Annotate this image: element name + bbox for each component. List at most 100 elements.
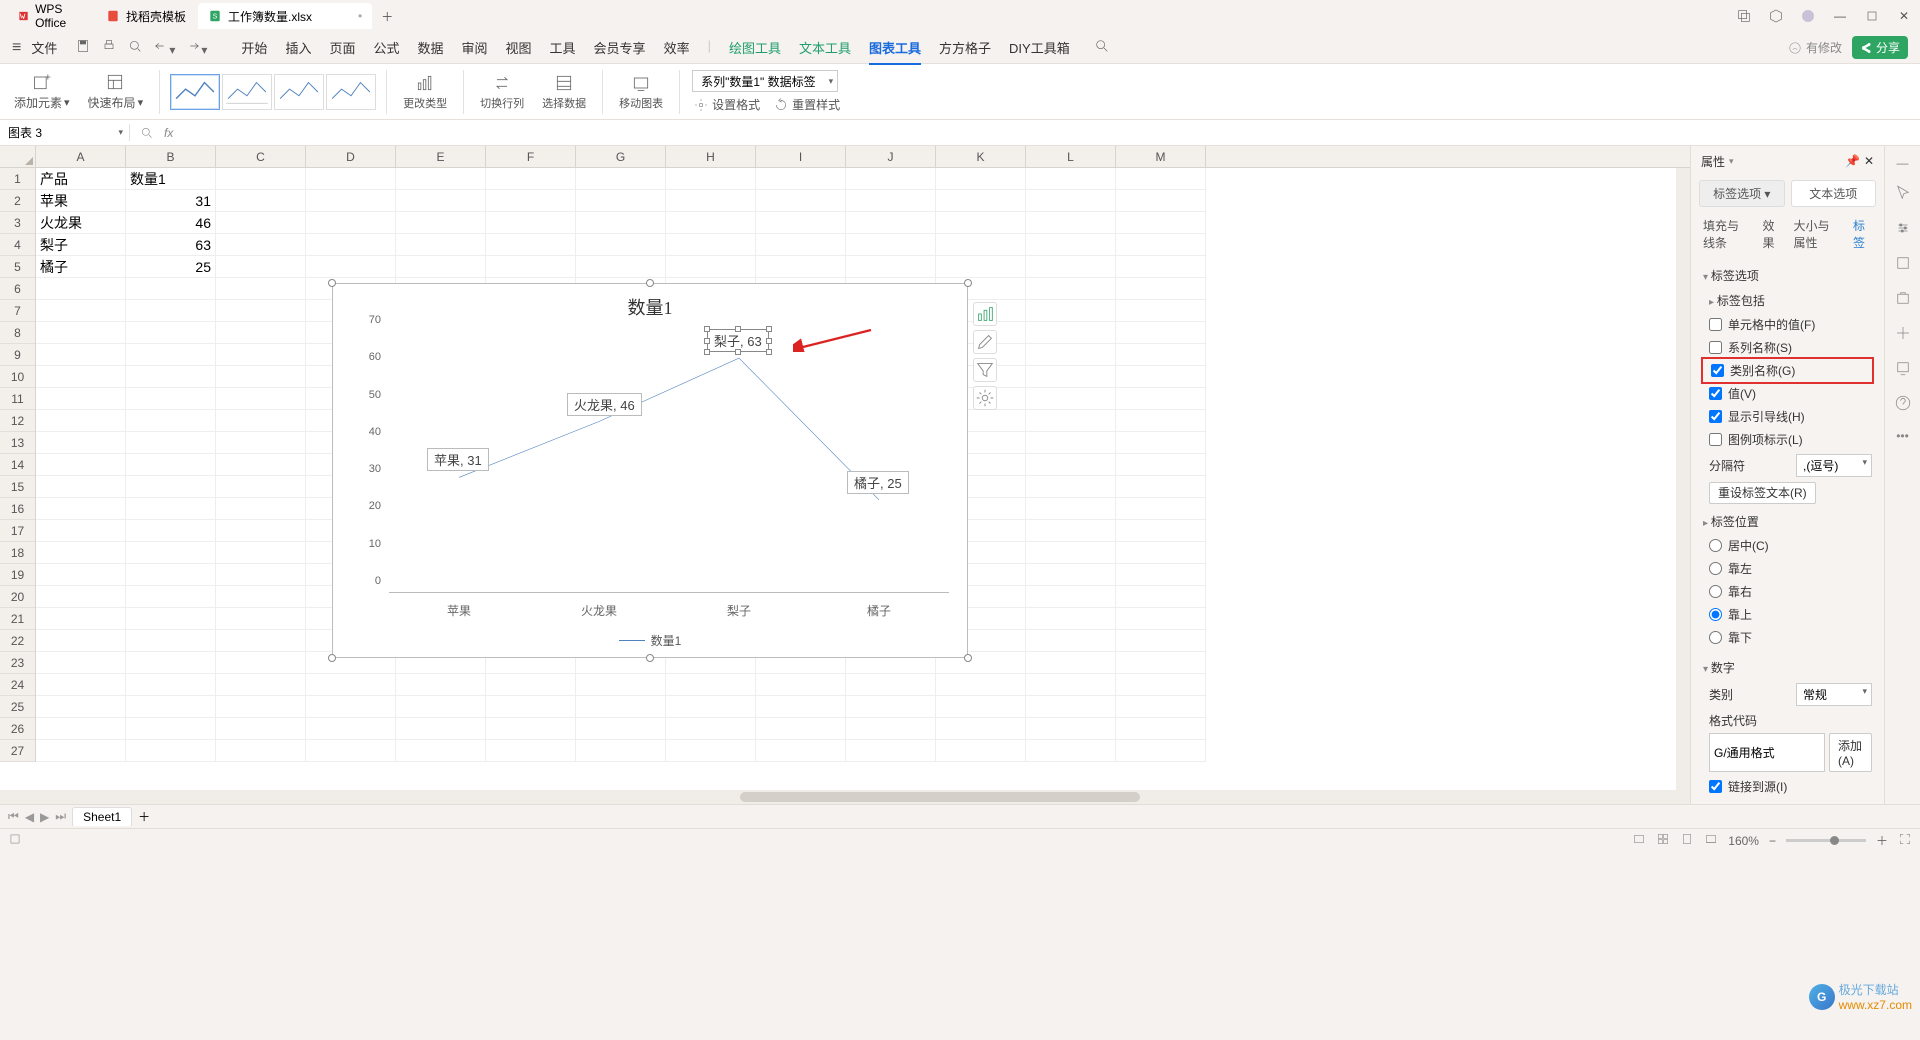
menu-page[interactable]: 页面 [329, 38, 355, 57]
cell[interactable] [126, 432, 216, 454]
cell[interactable] [936, 718, 1026, 740]
cell[interactable] [846, 696, 936, 718]
cell[interactable] [846, 256, 936, 278]
cell[interactable] [396, 212, 486, 234]
row-header[interactable]: 15 [0, 476, 35, 498]
cell[interactable] [36, 740, 126, 762]
col-header[interactable]: B [126, 146, 216, 167]
subtab-size[interactable]: 大小与属性 [1794, 217, 1842, 251]
cell[interactable] [666, 674, 756, 696]
chk-link-source[interactable]: 链接到源(I) [1703, 775, 1872, 798]
pin-icon[interactable]: 📌 [1845, 154, 1860, 168]
row-header[interactable]: 21 [0, 608, 35, 630]
cell[interactable]: 63 [126, 234, 216, 256]
cell[interactable] [936, 190, 1026, 212]
cell[interactable] [846, 674, 936, 696]
cell[interactable] [36, 564, 126, 586]
menu-text-tools[interactable]: 文本工具 [799, 38, 851, 57]
cell[interactable] [666, 718, 756, 740]
cell[interactable] [1026, 168, 1116, 190]
save-icon[interactable] [75, 38, 91, 57]
cell[interactable] [216, 608, 306, 630]
cell[interactable] [36, 454, 126, 476]
cell[interactable] [846, 168, 936, 190]
vertical-scrollbar[interactable] [1676, 168, 1690, 790]
row-header[interactable]: 6 [0, 278, 35, 300]
cell[interactable] [1116, 190, 1206, 212]
rib-select-data[interactable]: 选择数据 [536, 73, 592, 111]
cell[interactable] [486, 740, 576, 762]
resize-handle[interactable] [646, 654, 654, 662]
cell[interactable] [1026, 454, 1116, 476]
cell[interactable] [1116, 608, 1206, 630]
cell[interactable] [1116, 476, 1206, 498]
app-tab-template[interactable]: 找稻壳模板 [96, 3, 196, 29]
cell[interactable] [216, 410, 306, 432]
cell[interactable] [486, 234, 576, 256]
data-label[interactable]: 苹果, 31 [427, 448, 489, 471]
row-header[interactable]: 18 [0, 542, 35, 564]
cell[interactable] [216, 542, 306, 564]
cell[interactable] [1026, 564, 1116, 586]
data-label[interactable]: 火龙果, 46 [567, 393, 642, 416]
cell[interactable] [1026, 498, 1116, 520]
cell[interactable] [666, 234, 756, 256]
cell[interactable] [576, 740, 666, 762]
cell[interactable] [306, 234, 396, 256]
view-read-icon[interactable] [1704, 832, 1718, 849]
cell[interactable] [36, 432, 126, 454]
cell[interactable] [306, 256, 396, 278]
cell[interactable] [126, 564, 216, 586]
cell[interactable] [756, 168, 846, 190]
zoom-out-button[interactable]: − [1769, 834, 1776, 848]
menu-diy[interactable]: DIY工具箱 [1009, 38, 1070, 57]
cell[interactable] [666, 256, 756, 278]
cell[interactable] [486, 190, 576, 212]
cell[interactable] [486, 212, 576, 234]
chk-legend-key[interactable]: 图例项标示(L) [1703, 428, 1872, 451]
cell[interactable] [1116, 300, 1206, 322]
cell[interactable] [36, 608, 126, 630]
help-icon[interactable] [1894, 394, 1912, 415]
cell[interactable] [1026, 388, 1116, 410]
col-header[interactable]: L [1026, 146, 1116, 167]
cell[interactable] [936, 168, 1026, 190]
chart-element-combo[interactable]: 系列"数量1" 数据标签 [692, 70, 838, 92]
chart-float-gear-icon[interactable] [973, 386, 997, 410]
cell[interactable] [1026, 322, 1116, 344]
row-header[interactable]: 1 [0, 168, 35, 190]
sheet-tab[interactable]: Sheet1 [72, 807, 132, 826]
avatar-icon[interactable] [1800, 8, 1816, 24]
cell[interactable] [486, 168, 576, 190]
cell[interactable] [846, 212, 936, 234]
cell[interactable] [216, 564, 306, 586]
print-icon[interactable] [101, 38, 117, 57]
cell[interactable] [36, 520, 126, 542]
select-icon[interactable] [1894, 184, 1912, 205]
resize-handle[interactable] [964, 654, 972, 662]
cell[interactable] [306, 696, 396, 718]
row-header[interactable]: 17 [0, 520, 35, 542]
cell[interactable] [666, 190, 756, 212]
layers-icon[interactable] [1894, 254, 1912, 275]
status-mode-icon[interactable] [8, 832, 22, 849]
cell[interactable] [396, 696, 486, 718]
cell[interactable] [36, 388, 126, 410]
cell[interactable]: 46 [126, 212, 216, 234]
cell[interactable] [216, 454, 306, 476]
cell[interactable] [306, 740, 396, 762]
cell[interactable] [216, 476, 306, 498]
cell[interactable] [36, 498, 126, 520]
cell[interactable] [1116, 168, 1206, 190]
cell[interactable] [1116, 432, 1206, 454]
fullscreen-icon[interactable] [1898, 832, 1912, 849]
cell[interactable] [216, 322, 306, 344]
cell[interactable] [486, 718, 576, 740]
menu-efficiency[interactable]: 效率 [664, 38, 690, 57]
cell[interactable] [1026, 476, 1116, 498]
cell[interactable] [36, 718, 126, 740]
menu-draw-tools[interactable]: 绘图工具 [729, 38, 781, 57]
cell[interactable] [576, 256, 666, 278]
horizontal-scrollbar[interactable] [0, 790, 1690, 804]
cell[interactable] [216, 586, 306, 608]
